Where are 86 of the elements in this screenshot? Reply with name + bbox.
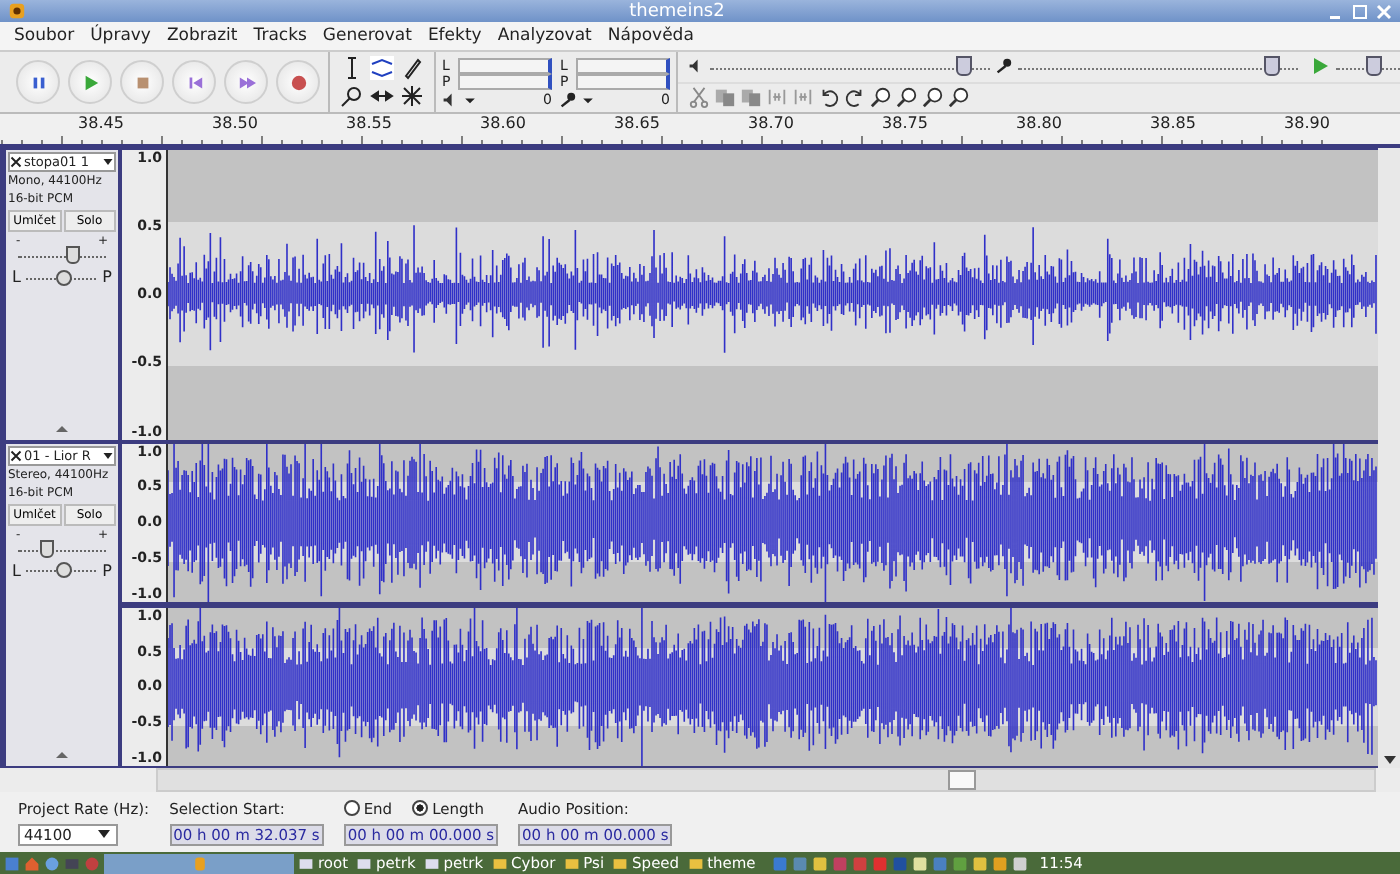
envelope-tool-icon[interactable]: [370, 56, 394, 80]
app-icon: [191, 855, 207, 871]
close-icon[interactable]: [10, 156, 22, 168]
speaker-icon: [688, 58, 704, 75]
ruler-label: 38.85: [1148, 114, 1198, 136]
ruler-label: 38.90: [1282, 114, 1332, 136]
menu-item[interactable]: Soubor: [14, 26, 75, 46]
window-icon: [356, 855, 373, 871]
menu-item[interactable]: Tracks: [253, 26, 307, 46]
ruler-label: 38.45: [76, 114, 126, 136]
pan-right-label: P: [102, 268, 112, 286]
microphone-icon[interactable]: [560, 91, 576, 107]
ruler-label: 38.55: [344, 114, 394, 136]
microphone-icon: [996, 58, 1012, 75]
stop-icon: [133, 73, 151, 91]
slider-thumb[interactable]: [1365, 55, 1381, 76]
skip-end-icon: [237, 73, 255, 91]
waveform[interactable]: [168, 443, 1378, 602]
menu-item[interactable]: Efekty: [427, 26, 482, 46]
ruler-label: 38.65: [612, 114, 662, 136]
collapse-arrow-icon[interactable]: [54, 423, 70, 434]
pause-icon: [29, 73, 47, 91]
vertical-scrollbar[interactable]: [1378, 148, 1400, 768]
pencil-icon[interactable]: [400, 56, 424, 80]
dropdown-arrow-icon[interactable]: [96, 826, 112, 842]
menu-item[interactable]: Analyzovat: [497, 26, 592, 46]
cut-icon[interactable]: [688, 86, 710, 109]
speaker-icon[interactable]: [442, 91, 458, 107]
app-icon: [8, 2, 26, 20]
pan-left-label: L: [12, 561, 21, 580]
stop-button[interactable]: [120, 60, 164, 104]
pan-slider[interactable]: [26, 568, 97, 573]
scrollbar-thumb[interactable]: [948, 770, 977, 790]
maximize-icon[interactable]: [1352, 3, 1368, 19]
redo-icon[interactable]: [844, 86, 866, 109]
menu-item[interactable]: Zobrazit: [166, 26, 238, 46]
slider-thumb[interactable]: [956, 55, 972, 76]
window-icon: [687, 855, 704, 871]
zoom-out-icon[interactable]: [896, 86, 918, 109]
menu-item[interactable]: Generovat: [322, 26, 412, 46]
dropdown-arrow-icon[interactable]: [102, 449, 114, 462]
skip-start-button[interactable]: [172, 60, 216, 104]
window-icon: [298, 855, 314, 871]
record-icon: [289, 73, 307, 91]
slider-thumb[interactable]: [55, 562, 72, 579]
network-icon[interactable]: [44, 855, 60, 871]
skip-end-button[interactable]: [224, 60, 268, 104]
ruler-label: 38.50: [210, 114, 260, 136]
slider-thumb[interactable]: [55, 269, 72, 285]
pan-right-label: P: [102, 561, 112, 580]
window-title: themeins2: [627, 1, 727, 21]
record-button[interactable]: [276, 60, 320, 104]
play-at-speed-icon[interactable]: [1310, 56, 1330, 77]
waveform[interactable]: [168, 607, 1378, 767]
close-icon[interactable]: [10, 449, 22, 462]
slider-thumb[interactable]: [1264, 55, 1280, 76]
window-icon: [612, 855, 629, 871]
window-icon: [423, 855, 440, 871]
copy-icon[interactable]: [714, 86, 736, 109]
window-icon: [563, 855, 580, 871]
multi-tool-icon[interactable]: [400, 84, 424, 108]
zoom-in-icon[interactable]: [870, 86, 892, 109]
pan-left-label: L: [12, 268, 21, 286]
pause-button[interactable]: [16, 60, 60, 104]
play-button[interactable]: [68, 60, 112, 104]
timeline-ruler[interactable]: 38.45 38.50 38.55 38.60 38.65 38.70 38.75 38.80 38.85 38.90: [0, 114, 1400, 148]
slider-thumb[interactable]: [39, 539, 54, 558]
start-menu-icon[interactable]: [4, 855, 20, 871]
skip-start-icon: [185, 73, 203, 91]
time-shift-icon[interactable]: [370, 84, 394, 108]
collapse-arrow-icon[interactable]: [54, 750, 70, 760]
ruler-label: 38.80: [1014, 114, 1064, 136]
ruler-label: 38.60: [478, 114, 528, 136]
ruler-label: 38.70: [746, 114, 796, 136]
dropdown-arrow-icon[interactable]: [102, 156, 114, 168]
play-icon: [81, 73, 99, 91]
horizontal-scrollbar[interactable]: [156, 768, 1376, 792]
undo-icon[interactable]: [818, 86, 840, 109]
ruler-label: 38.75: [880, 114, 930, 136]
menu-item[interactable]: Nápověda: [607, 26, 694, 46]
scroll-down-arrow-icon[interactable]: [1381, 752, 1397, 768]
active-window-button[interactable]: [104, 853, 294, 873]
zoom-tool-icon[interactable]: [340, 84, 364, 108]
slider-thumb[interactable]: [65, 246, 80, 264]
window-icon: [491, 855, 508, 871]
menu-item[interactable]: Úpravy: [90, 26, 151, 46]
